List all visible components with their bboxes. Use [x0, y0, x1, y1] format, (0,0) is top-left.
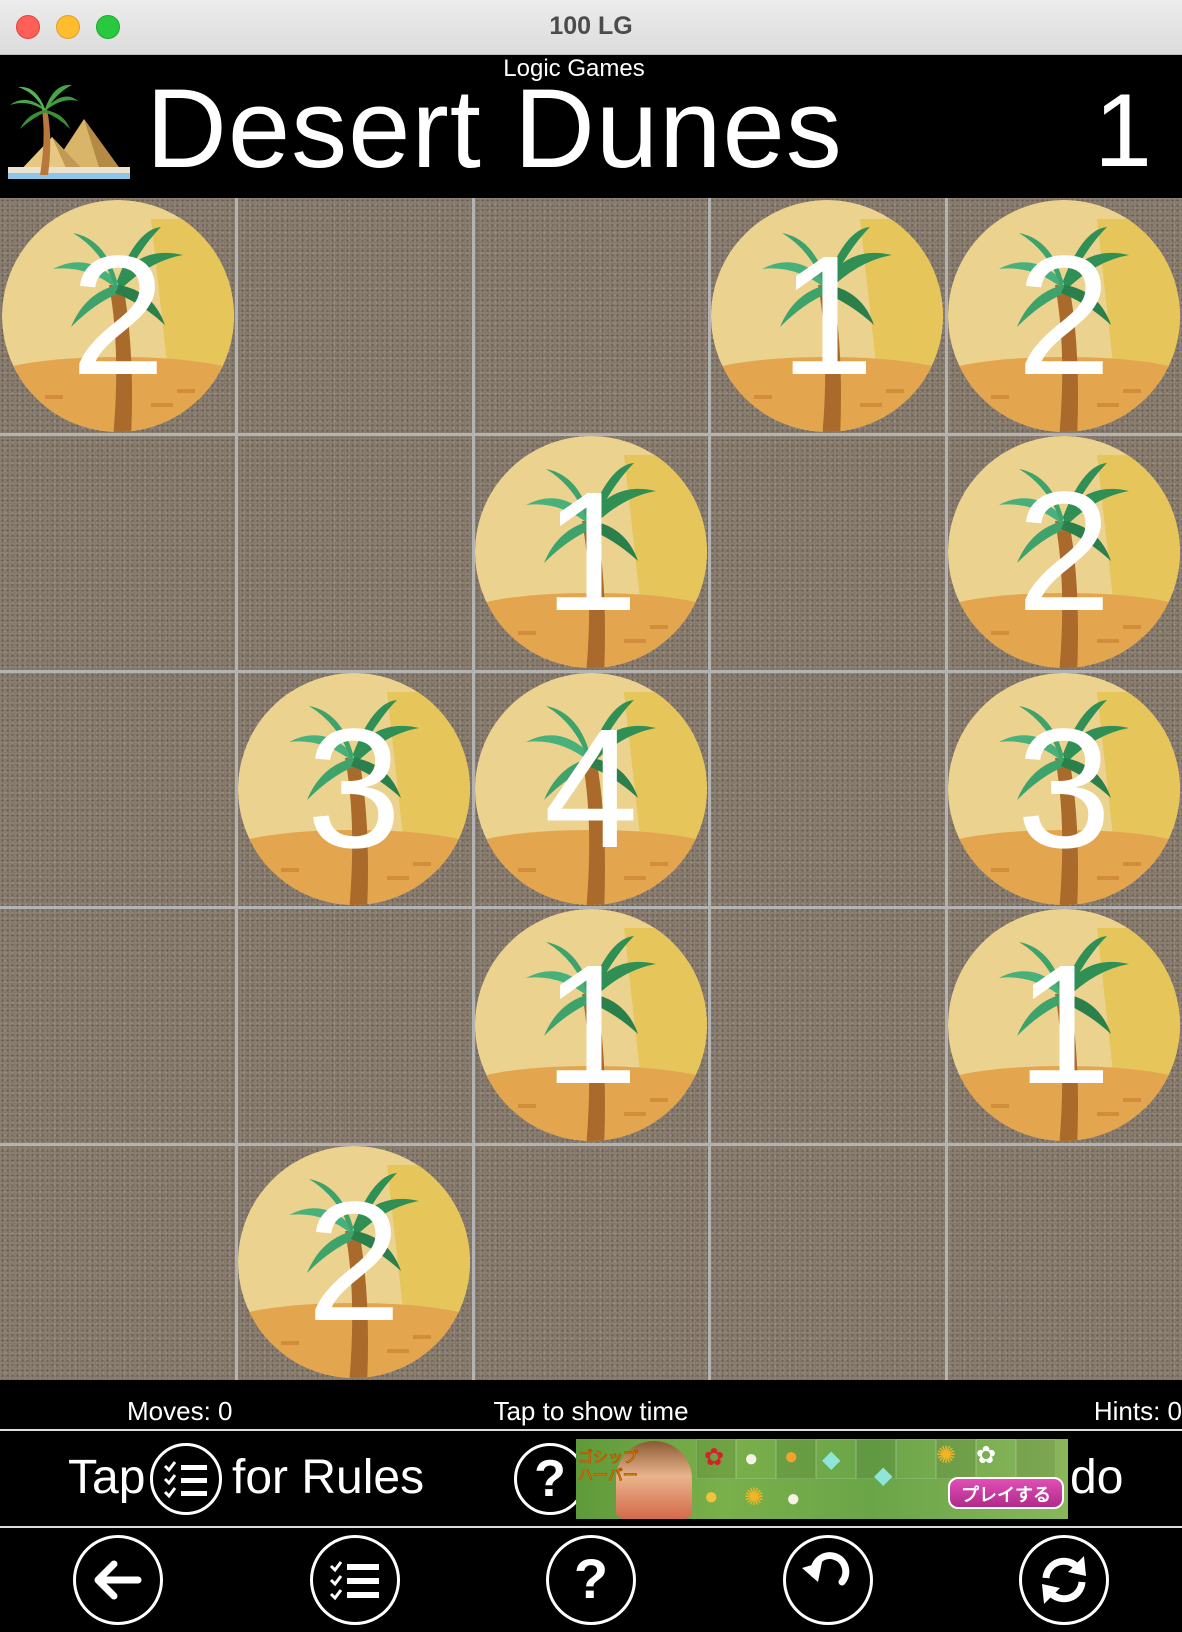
rules-list-icon: [329, 1561, 379, 1601]
rules-list-icon[interactable]: [150, 1443, 222, 1515]
tree-clue[interactable]: 1: [474, 908, 708, 1142]
ad-bird-icon: ◆: [874, 1462, 893, 1489]
palm-desert-icon: [6, 79, 132, 179]
svg-text:?: ?: [574, 1547, 608, 1610]
level-number: 1: [1094, 73, 1152, 189]
clue-number: 1: [1016, 930, 1112, 1120]
advertisement-banner[interactable]: ゴシップ ハーバー ✿ ● ● ◆ ◆ ✺ ✿ ● ✺ ● プレイする: [576, 1439, 1068, 1519]
clue-number: 1: [779, 221, 875, 411]
game-header: Logic Games Desert Dunes 1: [0, 55, 1182, 198]
ad-mushroom-icon: ●: [786, 1485, 801, 1512]
tap-label: Tap: [68, 1451, 146, 1504]
restart-button[interactable]: [1019, 1535, 1109, 1625]
help-button[interactable]: ?: [546, 1535, 636, 1625]
game-board[interactable]: 21212343112: [0, 198, 1182, 1380]
ad-tile: [896, 1439, 936, 1479]
undo-button[interactable]: [783, 1535, 873, 1625]
ad-chick-icon: ●: [704, 1483, 719, 1510]
clue-number: 2: [70, 221, 166, 411]
back-button[interactable]: [73, 1535, 163, 1625]
game-title: Desert Dunes: [146, 66, 843, 191]
tree-clue[interactable]: 2: [947, 435, 1181, 669]
rules-button[interactable]: [310, 1535, 400, 1625]
hints-counter: Hints: 0: [1093, 1396, 1182, 1426]
ad-play-button[interactable]: プレイする: [948, 1477, 1064, 1509]
undo-icon: [802, 1552, 850, 1586]
status-bar: Moves: 0 Tap to show time Hints: 0: [0, 1380, 1182, 1430]
bottom-toolbar: ?: [0, 1528, 1182, 1632]
ad-sunflower-icon: ✺: [936, 1442, 957, 1469]
for-rules-label: for Rules: [232, 1451, 425, 1504]
show-time-toggle[interactable]: Tap to show time: [0, 1396, 1182, 1427]
restart-icon: [1042, 1556, 1086, 1604]
clue-number: 1: [543, 457, 639, 647]
ad-rose-icon: ✿: [704, 1444, 725, 1471]
ad-bird-icon: ◆: [822, 1446, 841, 1473]
clue-number: 2: [1016, 457, 1112, 647]
ad-orange-icon: ●: [784, 1443, 799, 1470]
divider: [0, 1429, 1182, 1431]
clue-number: 2: [306, 1167, 402, 1357]
help-icon: ?: [574, 1547, 608, 1610]
tree-clue[interactable]: 3: [947, 672, 1181, 906]
ad-sunflower-icon: ✺: [744, 1484, 765, 1511]
tree-clue[interactable]: 1: [710, 199, 944, 433]
back-arrow-icon: [94, 1560, 142, 1600]
clue-number: 2: [1016, 221, 1112, 411]
clue-number: 3: [1016, 694, 1112, 884]
tree-clue[interactable]: 2: [947, 199, 1181, 433]
tree-clue[interactable]: 1: [474, 435, 708, 669]
tree-clue[interactable]: 3: [237, 672, 471, 906]
tree-clue[interactable]: 4: [474, 672, 708, 906]
ad-tile: [1016, 1439, 1056, 1479]
clue-number: 1: [543, 930, 639, 1120]
rules-banner: Tap for Rules ? ゴシップ ハーバー ✿ ● ● ◆ ◆ ✺ ✿ …: [0, 1432, 1182, 1526]
ad-game-logo: ゴシップ ハーバー: [578, 1449, 639, 1485]
tree-clue[interactable]: 1: [947, 908, 1181, 1142]
ad-flower-icon: ✿: [976, 1442, 997, 1469]
window-titlebar: 100 LG: [0, 0, 1182, 55]
ad-mushroom-icon: ●: [744, 1445, 759, 1472]
clue-number: 4: [543, 694, 639, 884]
grid-line: [0, 1143, 1182, 1146]
window-title: 100 LG: [549, 12, 633, 40]
clue-number: 3: [306, 694, 402, 884]
tree-clue[interactable]: 2: [1, 199, 235, 433]
tree-clue[interactable]: 2: [237, 1145, 471, 1379]
banner-trailing-text: do: [1070, 1451, 1124, 1504]
